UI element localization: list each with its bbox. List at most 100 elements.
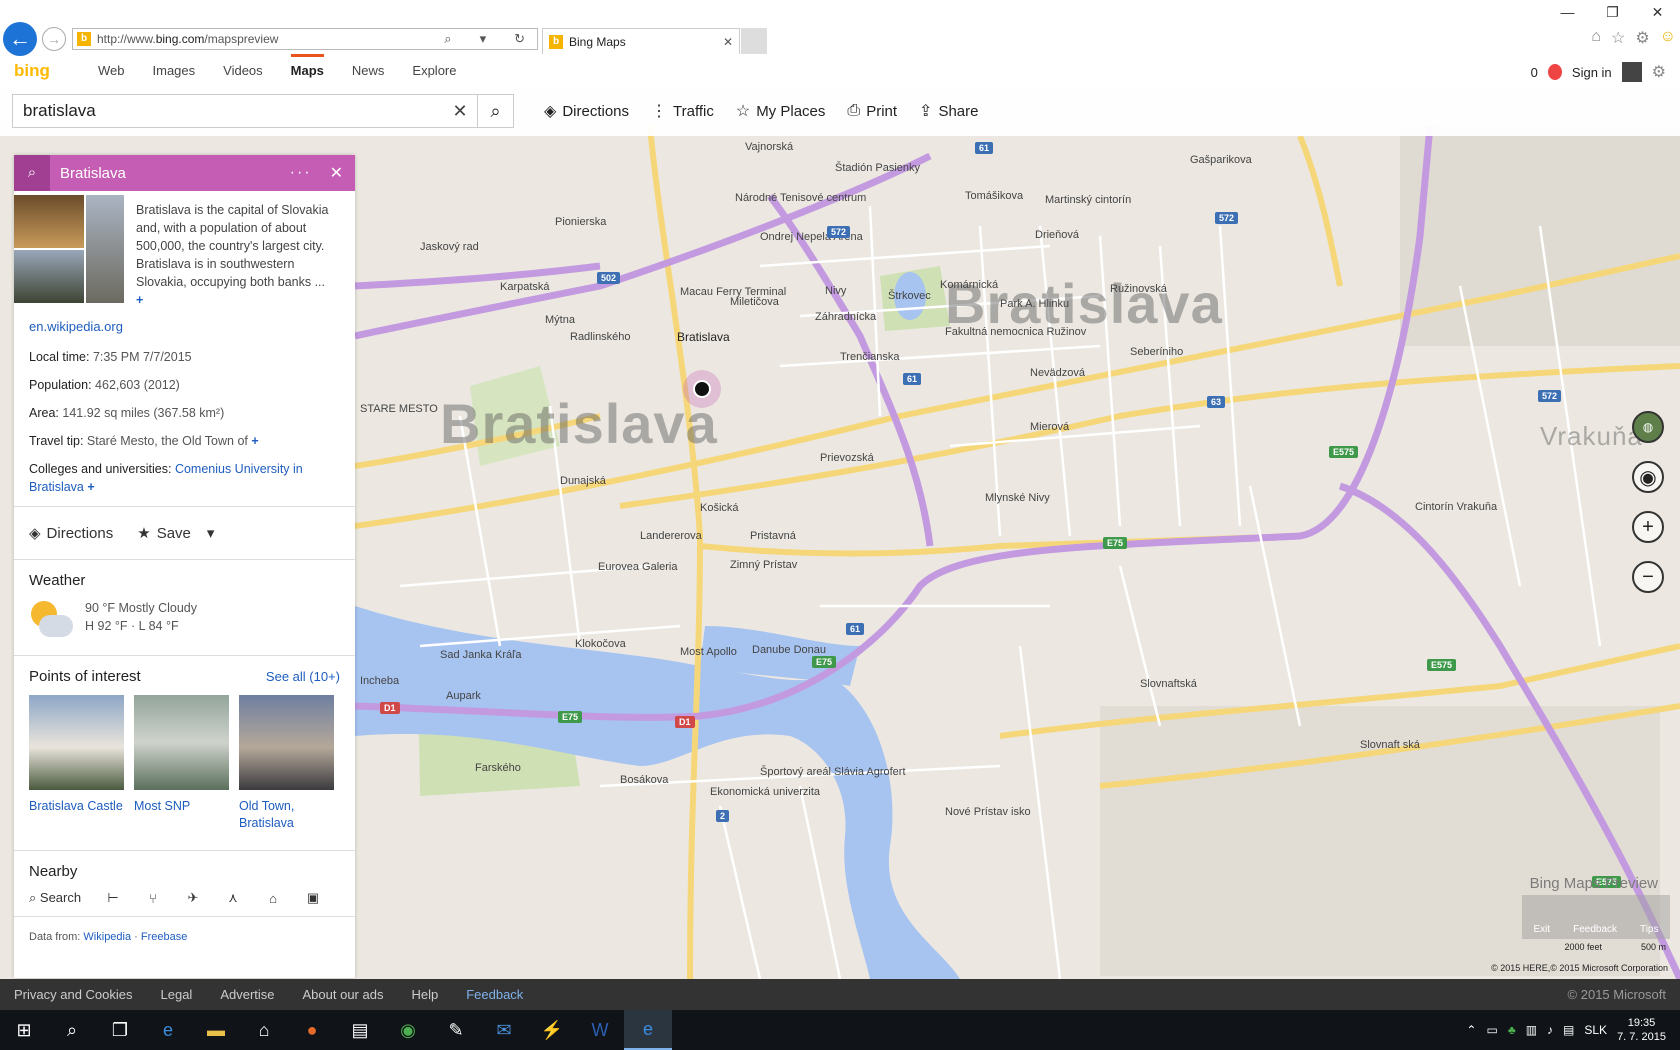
rewards-count[interactable]: 0 <box>1531 65 1538 80</box>
restaurant-icon[interactable]: ⑂ <box>133 891 173 906</box>
url-prefix: http://www. <box>97 32 156 46</box>
task-view-icon[interactable]: ❐ <box>96 1010 144 1050</box>
sign-in-link[interactable]: Sign in <box>1572 65 1612 80</box>
battery-icon[interactable]: ▭ <box>1486 1023 1497 1037</box>
footer-privacy[interactable]: Privacy and Cookies <box>0 987 147 1002</box>
school-icon[interactable]: ⌂ <box>253 891 293 906</box>
expand-description-icon[interactable]: + <box>136 293 143 307</box>
search-icon[interactable]: ⌕ <box>444 31 457 47</box>
installer-icon[interactable]: ▤ <box>336 1010 384 1050</box>
footer-legal[interactable]: Legal <box>147 987 207 1002</box>
settings-gear-icon[interactable]: ⚙ <box>1635 28 1649 48</box>
share-button[interactable]: ⇪ Share <box>919 101 978 121</box>
language-indicator[interactable]: SLK <box>1584 1023 1607 1037</box>
rewards-medal-icon[interactable] <box>1547 64 1562 80</box>
save-button[interactable]: ★ Save ▾ <box>137 524 215 543</box>
directions-button[interactable]: ◈ Directions <box>544 101 629 121</box>
nav-explore[interactable]: Explore <box>398 56 470 86</box>
expand-travel-tip-icon[interactable]: + <box>251 434 258 448</box>
thunderbird-icon[interactable]: ✉ <box>480 1010 528 1050</box>
nav-news[interactable]: News <box>338 56 399 86</box>
tips-button[interactable]: Tips <box>1640 924 1659 935</box>
road-shield: 572 <box>1215 212 1239 224</box>
nav-maps[interactable]: Maps <box>277 54 338 86</box>
edge-icon[interactable]: e <box>144 1010 192 1050</box>
city-photos[interactable] <box>14 195 124 303</box>
app-icon[interactable]: ✎ <box>432 1010 480 1050</box>
footer-advertise[interactable]: Advertise <box>206 987 288 1002</box>
taskbar-search-icon[interactable]: ⌕ <box>48 1010 96 1050</box>
see-all-link[interactable]: See all (10+) <box>266 669 340 684</box>
nearby-search-button[interactable]: ⌕ Search <box>29 890 93 906</box>
map-pin-label[interactable]: Bratislava <box>677 330 730 344</box>
freebase-link[interactable]: Freebase <box>141 931 187 943</box>
hotel-icon[interactable]: ⊢ <box>93 890 133 906</box>
forward-button[interactable]: → <box>42 27 66 51</box>
my-places-button[interactable]: ☆ My Places <box>736 101 826 121</box>
nav-web[interactable]: Web <box>84 56 139 86</box>
restore-icon[interactable]: ❐ <box>1590 4 1635 21</box>
show-hidden-icon[interactable]: ⌃ <box>1466 1023 1476 1037</box>
poi-item[interactable]: Old Town, Bratislava <box>239 695 334 832</box>
firefox-icon[interactable]: ● <box>288 1010 336 1050</box>
weather-block[interactable]: 90 °F Mostly Cloudy H 92 °F · L 84 °F <box>14 589 355 655</box>
clear-search-icon[interactable]: ✕ <box>443 101 477 122</box>
tray-app-icon[interactable]: ♣ <box>1508 1023 1516 1037</box>
locate-me-button[interactable]: ◉ <box>1632 461 1664 493</box>
favorites-star-icon[interactable]: ☆ <box>1611 28 1625 48</box>
footer-about-ads[interactable]: About our ads <box>289 987 398 1002</box>
poi-item[interactable]: Bratislava Castle <box>29 695 124 832</box>
search-input[interactable] <box>13 96 443 126</box>
shopping-icon[interactable]: ▣ <box>293 890 333 906</box>
close-panel-icon[interactable]: ✕ <box>330 163 355 183</box>
address-bar[interactable]: b http://www. bing.com/mapspreview ⌕ ▾ ↻ <box>72 28 538 50</box>
bing-settings-icon[interactable]: ⚙ <box>1652 62 1666 82</box>
chevron-down-icon[interactable]: ▾ <box>207 524 215 542</box>
chrome-icon[interactable]: ◉ <box>384 1010 432 1050</box>
notifications-icon[interactable]: ▤ <box>1563 1023 1574 1037</box>
panel-directions-button[interactable]: ◈ Directions <box>29 524 113 543</box>
tab-close-icon[interactable]: ✕ <box>723 35 739 49</box>
home-icon[interactable]: ⌂ <box>1591 28 1601 48</box>
network-icon[interactable]: ▥ <box>1526 1023 1537 1037</box>
exit-button[interactable]: Exit <box>1533 924 1550 935</box>
volume-icon[interactable]: ♪ <box>1547 1023 1553 1037</box>
start-button[interactable]: ⊞ <box>0 1010 48 1050</box>
minimize-icon[interactable]: — <box>1545 4 1590 21</box>
airport-icon[interactable]: ✈ <box>173 890 213 906</box>
zoom-out-button[interactable]: − <box>1632 561 1664 593</box>
traffic-button[interactable]: ⋮ Traffic <box>651 101 714 121</box>
more-options-icon[interactable]: ··· <box>290 164 330 182</box>
browser-tab[interactable]: b Bing Maps ✕ <box>542 28 740 54</box>
clock[interactable]: 19:35 7. 7. 2015 <box>1617 1016 1666 1044</box>
word-icon[interactable]: W <box>576 1010 624 1050</box>
nav-images[interactable]: Images <box>139 56 210 86</box>
nav-videos[interactable]: Videos <box>209 56 277 86</box>
feedback-button[interactable]: Feedback <box>1573 924 1617 935</box>
map-style-button[interactable]: ◍ <box>1632 411 1664 443</box>
expand-colleges-icon[interactable]: + <box>87 480 94 494</box>
new-tab-button[interactable] <box>741 28 767 54</box>
dropdown-icon[interactable]: ▾ <box>480 31 493 47</box>
search-button[interactable]: ⌕ <box>477 95 513 127</box>
print-button[interactable]: ⎙ Print <box>847 101 897 121</box>
avatar[interactable] <box>1621 62 1642 82</box>
smiley-icon[interactable]: ☺ <box>1660 28 1676 48</box>
close-window-icon[interactable]: ✕ <box>1635 4 1680 21</box>
internet-explorer-icon[interactable]: e <box>624 1010 672 1050</box>
photo-2 <box>86 195 124 303</box>
address-tools[interactable]: ⌕ ▾ ↻ <box>444 31 537 47</box>
store-icon[interactable]: ⌂ <box>240 1010 288 1050</box>
footer-help[interactable]: Help <box>397 987 452 1002</box>
zoom-in-button[interactable]: + <box>1632 511 1664 543</box>
back-button[interactable]: ← <box>3 22 37 56</box>
file-explorer-icon[interactable]: ▬ <box>192 1010 240 1050</box>
wikipedia-link[interactable]: Wikipedia <box>83 931 131 943</box>
attraction-icon[interactable]: ⋏ <box>213 890 253 906</box>
bing-logo[interactable]: bing <box>14 61 84 81</box>
network-tool-icon[interactable]: ⚡ <box>528 1010 576 1050</box>
refresh-icon[interactable]: ↻ <box>514 31 531 47</box>
poi-item[interactable]: Most SNP <box>134 695 229 832</box>
wiki-link[interactable]: en.wikipedia.org <box>14 309 355 334</box>
footer-feedback[interactable]: Feedback <box>452 987 537 1002</box>
